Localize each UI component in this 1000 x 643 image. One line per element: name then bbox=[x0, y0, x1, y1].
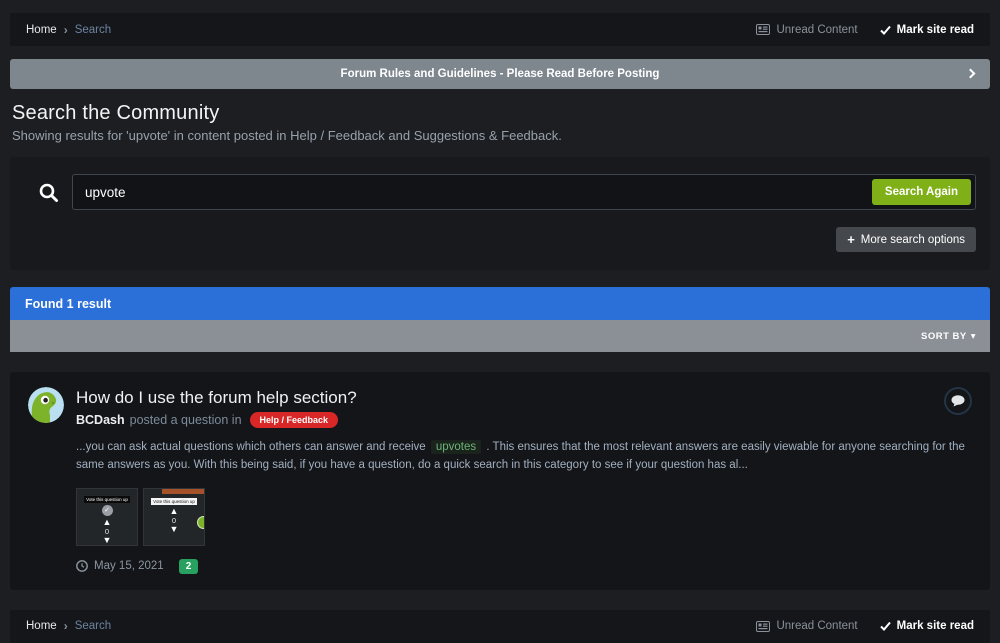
more-search-options-button[interactable]: + More search options bbox=[836, 227, 976, 252]
search-icon bbox=[38, 182, 59, 203]
content-type-question-button[interactable] bbox=[944, 387, 972, 415]
byline-action-text: posted a question in bbox=[130, 413, 242, 427]
page: Home › Search Unread Content Mark site r… bbox=[0, 0, 1000, 643]
clock-icon bbox=[76, 560, 88, 572]
more-search-options-label: More search options bbox=[861, 234, 965, 246]
result-date: May 15, 2021 bbox=[94, 560, 164, 572]
forum-rules-banner[interactable]: Forum Rules and Guidelines - Please Read… bbox=[10, 59, 990, 89]
chevron-right-icon bbox=[966, 69, 976, 79]
browse-content-icon bbox=[756, 621, 770, 632]
search-input-wrap: Search Again bbox=[72, 174, 976, 210]
forum-rules-banner-text: Forum Rules and Guidelines - Please Read… bbox=[341, 68, 660, 80]
bottom-breadcrumb-bar: Home › Search Unread Content Mark site r… bbox=[10, 610, 990, 643]
search-row: Search Again bbox=[24, 174, 976, 210]
result-byline: BCDash posted a question in Help / Feedb… bbox=[76, 412, 357, 428]
snippet-before: ...you can ask actual questions which ot… bbox=[76, 441, 426, 453]
check-icon bbox=[880, 621, 891, 631]
author-link[interactable]: BCDash bbox=[76, 413, 125, 427]
upvote-arrow-icon: ▲ bbox=[170, 507, 179, 516]
result-body: ...you can ask actual questions which ot… bbox=[76, 439, 972, 574]
breadcrumb-separator-icon: › bbox=[64, 619, 68, 633]
search-again-button[interactable]: Search Again bbox=[872, 179, 971, 205]
thumb2-avatar-fragment bbox=[197, 516, 205, 529]
thumb2-tooltip-text: Vote this question up bbox=[151, 498, 197, 505]
attachment-thumbnail-1[interactable]: Vote this question up ✓ ▲ 0 ▼ bbox=[76, 488, 138, 546]
unread-content-link[interactable]: Unread Content bbox=[756, 24, 857, 36]
gecko-avatar-image bbox=[28, 387, 64, 423]
plus-icon: + bbox=[847, 233, 855, 246]
unread-content-label: Unread Content bbox=[776, 620, 857, 632]
reply-count-badge: 2 bbox=[179, 559, 199, 574]
check-circle-icon: ✓ bbox=[102, 505, 113, 516]
sort-by-dropdown[interactable]: SORT BY ▾ bbox=[921, 331, 976, 342]
breadcrumb: Home › Search bbox=[26, 23, 111, 37]
breadcrumb-home-link[interactable]: Home bbox=[26, 620, 57, 632]
check-icon bbox=[880, 25, 891, 35]
speech-bubble-icon bbox=[951, 395, 965, 407]
search-panel: Search Again + More search options bbox=[10, 157, 990, 270]
thumb2-orange-bar bbox=[162, 489, 204, 494]
sort-by-label: SORT BY bbox=[921, 331, 967, 342]
breadcrumb-actions: Unread Content Mark site read bbox=[756, 620, 974, 632]
page-subtitle: Showing results for 'upvote' in content … bbox=[12, 128, 990, 143]
mark-site-read-label: Mark site read bbox=[897, 620, 974, 632]
breadcrumb: Home › Search bbox=[26, 619, 111, 633]
results-count-bar: Found 1 result bbox=[10, 287, 990, 320]
unread-content-label: Unread Content bbox=[776, 24, 857, 36]
result-snippet: ...you can ask actual questions which ot… bbox=[76, 439, 972, 475]
result-header-text: How do I use the forum help section? BCD… bbox=[76, 387, 357, 428]
result-meta-row: May 15, 2021 2 bbox=[76, 559, 972, 574]
mark-site-read-label: Mark site read bbox=[897, 24, 974, 36]
category-badge[interactable]: Help / Feedback bbox=[250, 412, 339, 428]
mark-site-read-link[interactable]: Mark site read bbox=[880, 620, 974, 632]
result-header: How do I use the forum help section? BCD… bbox=[28, 387, 972, 428]
downvote-arrow-icon: ▼ bbox=[170, 525, 179, 534]
unread-content-link[interactable]: Unread Content bbox=[756, 620, 857, 632]
breadcrumb-home-link[interactable]: Home bbox=[26, 24, 57, 36]
page-title: Search the Community bbox=[12, 102, 990, 125]
search-input[interactable] bbox=[72, 174, 976, 210]
thumb1-tooltip-text: Vote this question up bbox=[84, 496, 130, 503]
result-title-link[interactable]: How do I use the forum help section? bbox=[76, 388, 357, 408]
breadcrumb-current-search[interactable]: Search bbox=[75, 24, 111, 36]
results-count-text: Found 1 result bbox=[25, 297, 111, 311]
breadcrumb-actions: Unread Content Mark site read bbox=[756, 24, 974, 36]
attachment-thumbnails: Vote this question up ✓ ▲ 0 ▼ Vote this … bbox=[76, 488, 972, 546]
upvote-arrow-icon: ▲ bbox=[103, 518, 112, 527]
snippet-highlight: upvotes bbox=[431, 440, 481, 454]
breadcrumb-separator-icon: › bbox=[64, 23, 68, 37]
caret-down-icon: ▾ bbox=[971, 331, 976, 342]
sort-bar: SORT BY ▾ bbox=[10, 320, 990, 352]
search-icon-box bbox=[24, 182, 72, 203]
attachment-thumbnail-2[interactable]: Vote this question up ▲ 0 ▼ bbox=[143, 488, 205, 546]
search-result-card: How do I use the forum help section? BCD… bbox=[10, 372, 990, 590]
browse-content-icon bbox=[756, 24, 770, 35]
downvote-arrow-icon: ▼ bbox=[103, 536, 112, 545]
top-breadcrumb-bar: Home › Search Unread Content Mark site r… bbox=[10, 13, 990, 46]
breadcrumb-current-search[interactable]: Search bbox=[75, 620, 111, 632]
mark-site-read-link[interactable]: Mark site read bbox=[880, 24, 974, 36]
avatar[interactable] bbox=[28, 387, 64, 423]
search-options-row: + More search options bbox=[24, 227, 976, 252]
